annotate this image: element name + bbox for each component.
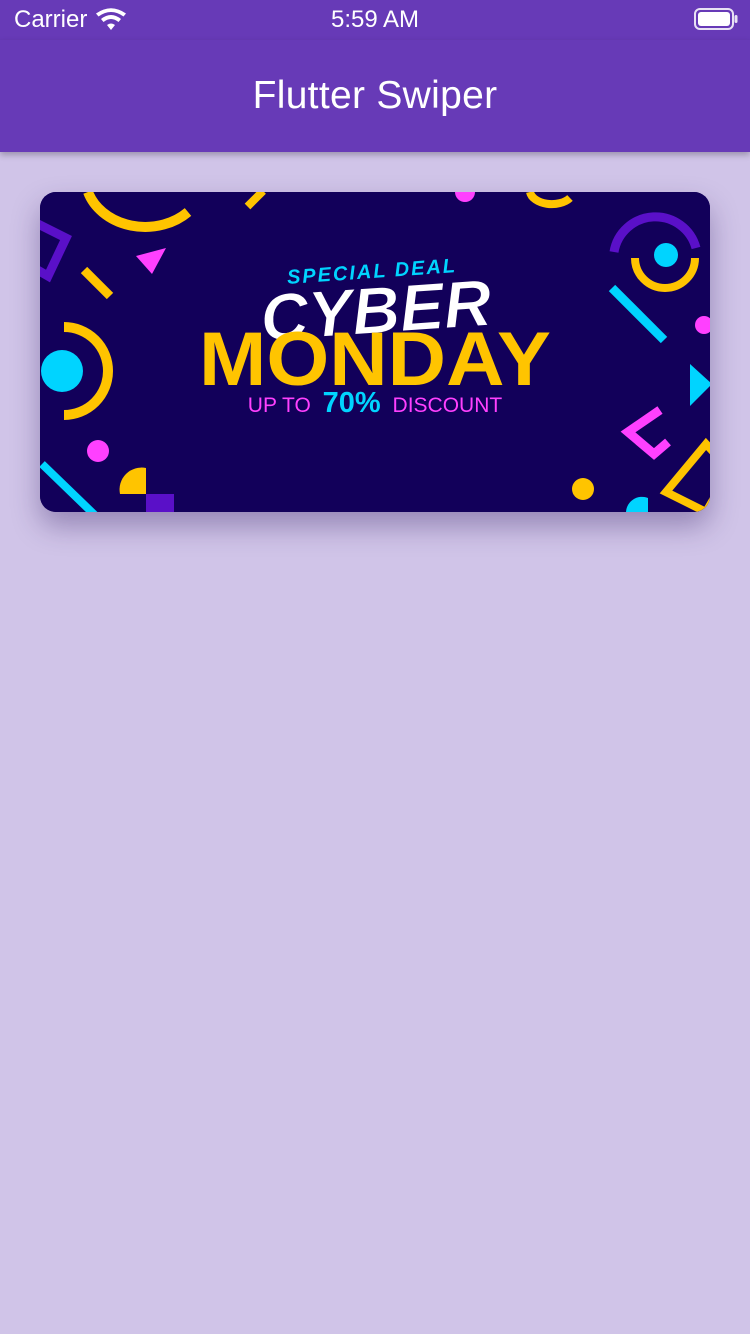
deco-dot-yellow bbox=[572, 478, 594, 500]
swiper-slide[interactable]: SPECIAL DEAL CYBER MONDAY UP TO 70% DISC… bbox=[40, 192, 710, 512]
deco-circle-right bbox=[654, 243, 678, 267]
app-title: Flutter Swiper bbox=[252, 74, 498, 117]
status-bar: Carrier 5:59 AM bbox=[0, 0, 750, 40]
discount-suffix: DISCOUNT bbox=[393, 394, 503, 417]
app-bar: Flutter Swiper bbox=[0, 40, 750, 152]
discount-value: 70% bbox=[323, 387, 381, 419]
status-time: 5:59 AM bbox=[330, 6, 420, 33]
deco-block bbox=[146, 494, 174, 512]
cyber-monday-banner: SPECIAL DEAL CYBER MONDAY UP TO 70% DISC… bbox=[40, 192, 710, 512]
battery-icon bbox=[694, 8, 738, 30]
discount-prefix: UP TO bbox=[248, 394, 311, 417]
deco-dot-magenta bbox=[87, 440, 109, 462]
deco-circle-cyan bbox=[41, 350, 83, 392]
